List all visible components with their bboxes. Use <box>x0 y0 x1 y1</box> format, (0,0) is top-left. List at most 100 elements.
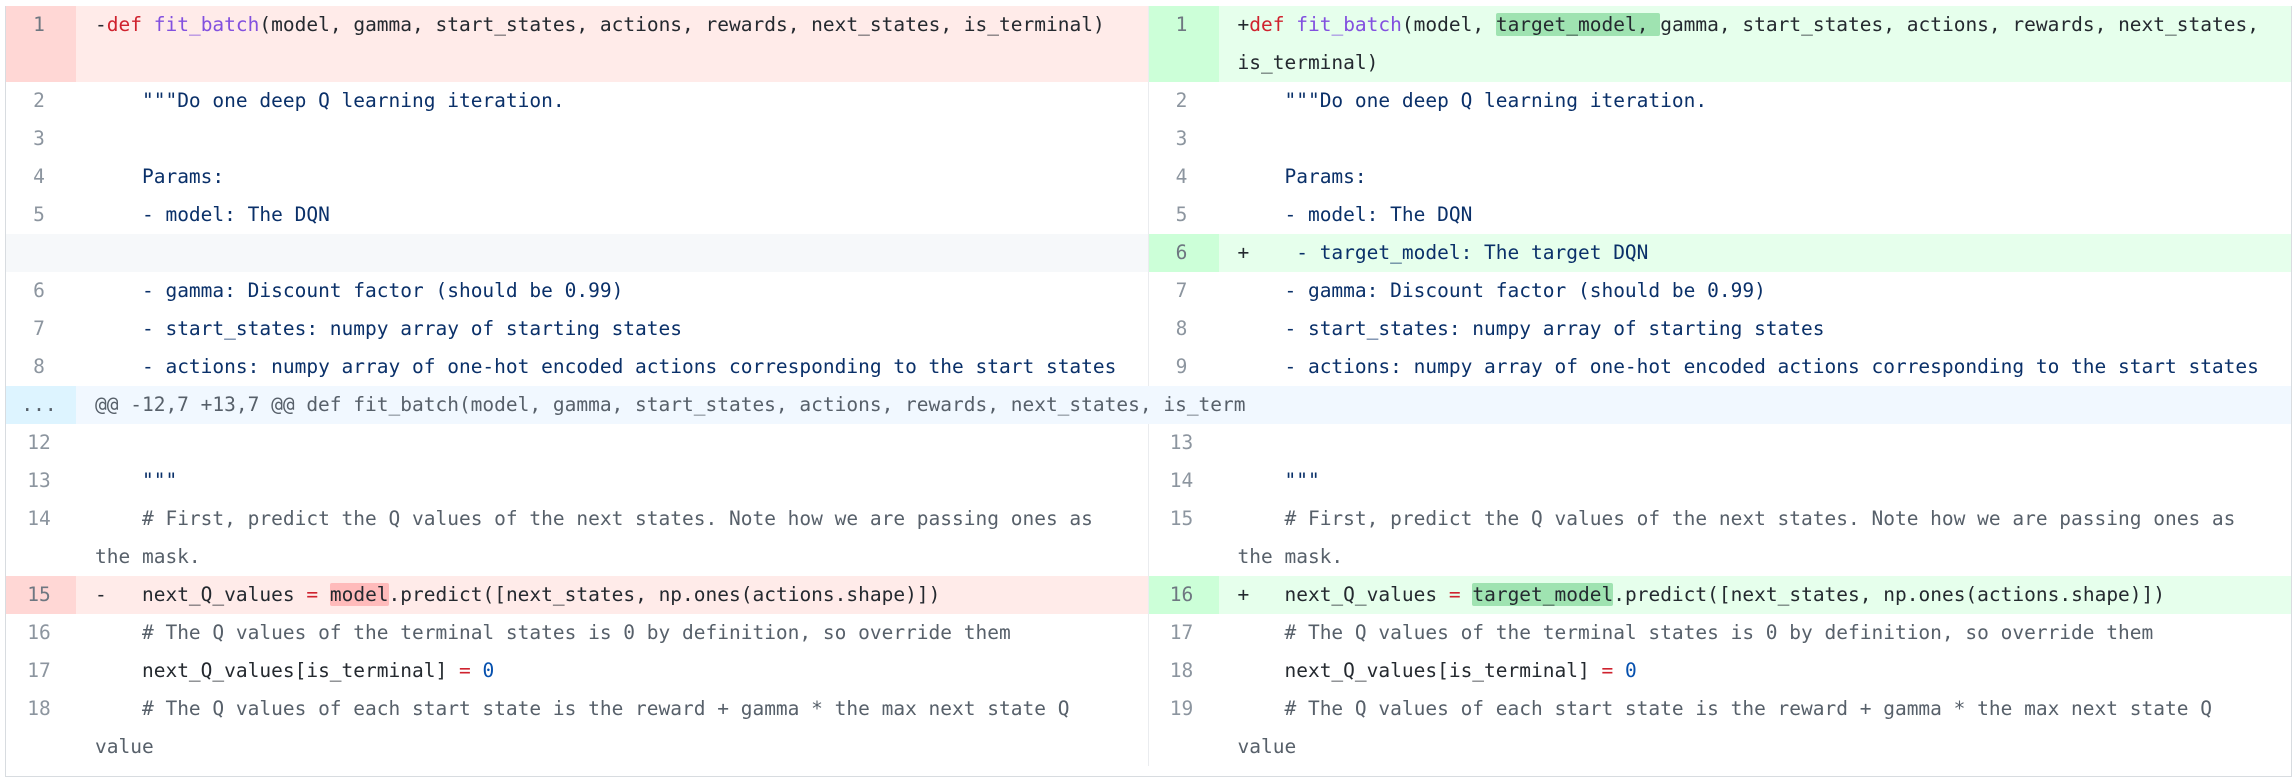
operator: = <box>1601 659 1614 682</box>
code-text: (model, <box>1401 13 1496 36</box>
code-line: - model: The DQN <box>95 203 330 226</box>
code-line: - actions: numpy array of one-hot encode… <box>95 355 1117 378</box>
line-number[interactable]: 19 <box>1149 690 1219 766</box>
added-line: 6 + - target_model: The target DQN <box>1148 234 2291 272</box>
diff-sign: - <box>95 583 107 606</box>
diff-row: 3 3 <box>6 120 2291 158</box>
line-number[interactable]: 1 <box>1148 6 1219 82</box>
line-number[interactable]: 13 <box>1149 424 1219 462</box>
function-name: fit_batch <box>1296 13 1402 36</box>
code-line: next_Q_values[is_terminal] = 0 <box>1219 652 2292 690</box>
diff-sign: - <box>95 13 107 36</box>
operator: = <box>458 659 471 682</box>
line-number[interactable]: 6 <box>1148 234 1219 272</box>
added-highlight: target_model, <box>1495 13 1661 36</box>
line-number[interactable]: 16 <box>1148 576 1219 614</box>
context-line: 6 - gamma: Discount factor (should be 0.… <box>6 272 1149 310</box>
context-line: 17 next_Q_values[is_terminal] = 0 <box>6 652 1149 690</box>
number-literal: 0 <box>482 659 495 682</box>
context-line: 18 next_Q_values[is_terminal] = 0 <box>1149 652 2292 690</box>
line-number[interactable]: 5 <box>1149 196 1219 234</box>
line-number[interactable]: 12 <box>6 424 76 462</box>
added-line: 1 +def fit_batch(model, target_model, ga… <box>1148 6 2291 82</box>
line-number[interactable]: 17 <box>1149 614 1219 652</box>
line-number[interactable]: 4 <box>6 158 76 196</box>
line-number[interactable]: 15 <box>6 576 76 614</box>
line-number[interactable]: 13 <box>6 462 76 500</box>
diff-row: 12 13 <box>6 424 2291 462</box>
code-line: Params: <box>95 165 225 188</box>
code-line: -def fit_batch(model, gamma, start_state… <box>76 6 1148 82</box>
added-line: 16 + next_Q_values = target_model.predic… <box>1148 576 2291 614</box>
context-line: 8 - actions: numpy array of one-hot enco… <box>6 348 1149 386</box>
code-line: + - target_model: The target DQN <box>1218 234 2291 272</box>
line-number[interactable]: 9 <box>1149 348 1219 386</box>
diff-sign: + <box>1237 583 1250 606</box>
diff-row: 6 - gamma: Discount factor (should be 0.… <box>6 272 2291 310</box>
context-line: 19 # The Q values of each start state is… <box>1149 690 2292 766</box>
diff-row: 16 # The Q values of the terminal states… <box>6 614 2291 652</box>
code-comment: # First, predict the Q values of the nex… <box>1237 507 2248 568</box>
line-number[interactable]: 14 <box>6 500 76 576</box>
context-line: 8 - start_states: numpy array of startin… <box>1149 310 2292 348</box>
operator: = <box>1448 583 1461 606</box>
line-number[interactable]: 18 <box>1149 652 1219 690</box>
code-line: """ <box>95 469 178 492</box>
context-line: 15 # First, predict the Q values of the … <box>1149 500 2292 576</box>
context-line: 18 # The Q values of each start state is… <box>6 690 1149 766</box>
line-number[interactable]: 7 <box>1149 272 1219 310</box>
line-number[interactable]: 1 <box>6 6 76 82</box>
hunk-header-text: @@ -12,7 +13,7 @@ def fit_batch(model, g… <box>76 386 2291 424</box>
line-number[interactable]: 5 <box>6 196 76 234</box>
line-number[interactable]: 8 <box>1149 310 1219 348</box>
line-number[interactable]: 8 <box>6 348 76 386</box>
hunk-header-row: ... @@ -12,7 +13,7 @@ def fit_batch(mode… <box>6 386 2291 424</box>
context-line: 5 - model: The DQN <box>6 196 1149 234</box>
code-text: .predict([next_states, np.ones(actions.s… <box>388 583 941 606</box>
context-line: 2 """Do one deep Q learning iteration. <box>6 82 1149 120</box>
code-comment: # The Q values of the terminal states is… <box>1237 621 2154 644</box>
code-line: - actions: numpy array of one-hot encode… <box>1237 355 2259 378</box>
line-number[interactable]: 2 <box>1149 82 1219 120</box>
line-number[interactable]: 15 <box>1149 500 1219 576</box>
diff-row: 2 """Do one deep Q learning iteration. 2… <box>6 82 2291 120</box>
code-text: .predict([next_states, np.ones(actions.s… <box>1613 583 2166 606</box>
number-literal: 0 <box>1624 659 1637 682</box>
diff-row: 5 - model: The DQN 5 - model: The DQN <box>6 196 2291 234</box>
line-number[interactable]: 14 <box>1149 462 1219 500</box>
diff-row: 15 - next_Q_values = model.predict([next… <box>6 576 2291 614</box>
context-line: 17 # The Q values of the terminal states… <box>1149 614 2292 652</box>
hunk-header: ... @@ -12,7 +13,7 @@ def fit_batch(mode… <box>6 386 2291 424</box>
line-number[interactable]: 18 <box>6 690 76 766</box>
line-number[interactable]: 3 <box>1149 120 1219 158</box>
expand-hunk-button[interactable]: ... <box>6 386 76 424</box>
context-line: 14 # First, predict the Q values of the … <box>6 500 1149 576</box>
line-number[interactable]: 6 <box>6 272 76 310</box>
diff-row: 1 -def fit_batch(model, gamma, start_sta… <box>6 6 2291 82</box>
diff-row: 18 # The Q values of each start state is… <box>6 690 2291 766</box>
keyword: def <box>1249 13 1285 36</box>
code-text: next_Q_values[is_terminal] <box>1237 659 1602 682</box>
code-comment: # The Q values of the terminal states is… <box>95 621 1011 644</box>
line-number[interactable]: 17 <box>6 652 76 690</box>
code-text: next_Q_values <box>1249 583 1449 606</box>
line-number[interactable]: 16 <box>6 614 76 652</box>
line-number[interactable]: 2 <box>6 82 76 120</box>
diff-row: 17 next_Q_values[is_terminal] = 0 18 nex… <box>6 652 2291 690</box>
diff-sign: + <box>1237 13 1250 36</box>
diff-sign: + <box>1237 241 1250 264</box>
code-text: (model, gamma, start_states, actions, re… <box>259 13 1105 36</box>
diff-row: 7 - start_states: numpy array of startin… <box>6 310 2291 348</box>
line-number[interactable]: 3 <box>6 120 76 158</box>
line-number[interactable]: 7 <box>6 310 76 348</box>
line-number[interactable]: 4 <box>1149 158 1219 196</box>
code-text: next_Q_values <box>106 583 307 606</box>
code-text: - target_model: The target DQN <box>1249 241 1649 264</box>
code-line: """Do one deep Q learning iteration. <box>95 89 565 112</box>
code-comment: # First, predict the Q values of the nex… <box>95 507 1105 568</box>
added-highlight: target_model <box>1472 583 1614 606</box>
context-line: 7 - start_states: numpy array of startin… <box>6 310 1149 348</box>
